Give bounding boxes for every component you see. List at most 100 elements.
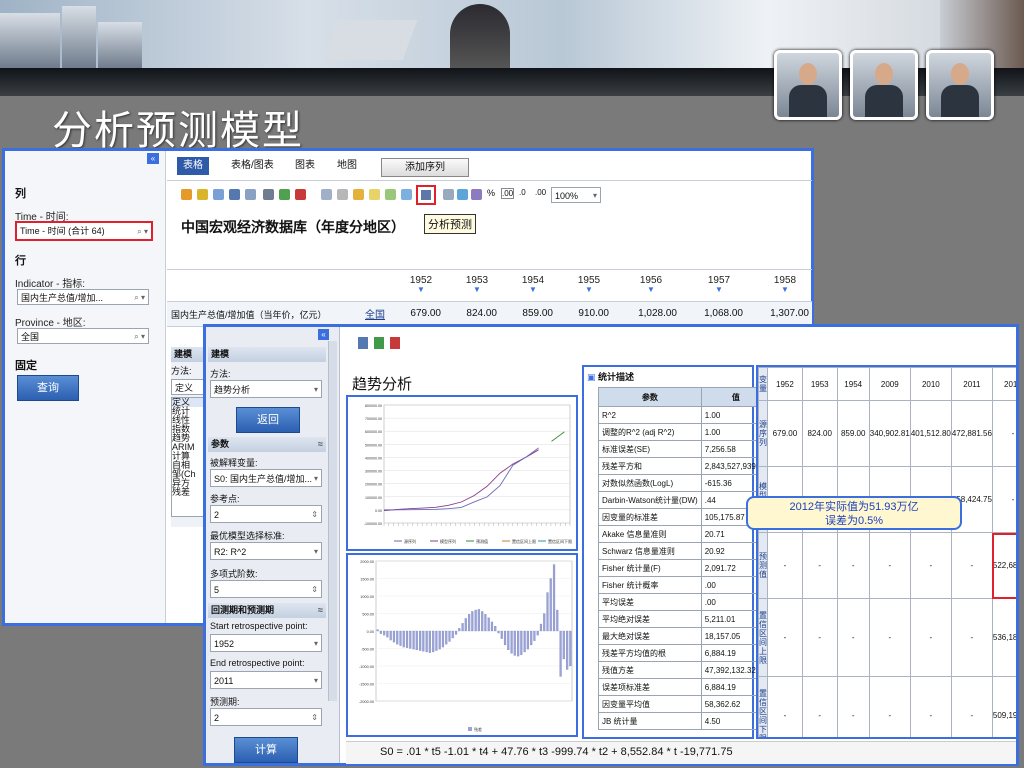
highlight-icon[interactable]	[369, 189, 380, 200]
excel-icon[interactable]	[374, 337, 384, 349]
residual-bar	[569, 630, 572, 667]
photo-thumbnail	[774, 50, 842, 120]
start-point-select[interactable]: 1952 ▾	[210, 634, 322, 652]
residual-bar	[520, 630, 523, 655]
year-header[interactable]: 1956 ▼	[631, 275, 671, 294]
residual-bar	[396, 630, 399, 645]
year-header[interactable]: 1952 ▼	[401, 275, 441, 294]
year-header[interactable]: 1953 ▼	[457, 275, 497, 294]
query-button[interactable]: 查询	[17, 375, 79, 401]
end-point-select[interactable]: 2011 ▾	[210, 671, 322, 689]
value-cell: -	[836, 532, 870, 599]
table-row: 残值方差 47,392,132.32	[598, 661, 772, 679]
province-combo[interactable]: 全国 ⌕ ▾	[17, 328, 149, 344]
tab-chart[interactable]: 图表	[289, 157, 321, 175]
excel-icon[interactable]	[279, 189, 290, 200]
time-combo[interactable]: Time - 时间 (合计 64) ⌕ ▾	[15, 221, 153, 241]
tab-table-chart[interactable]: 表格/图表	[225, 157, 280, 175]
row-header: 源序列	[758, 400, 768, 467]
residual-bar	[425, 630, 428, 653]
table-row: 预测值------522,688.80594,476.99	[758, 532, 1016, 599]
collapse-section-icon: ≈	[318, 439, 323, 449]
collapse-icon[interactable]: «	[147, 153, 159, 164]
forecast-period-stepper[interactable]: 2 ⇕	[210, 708, 322, 726]
year-header: 1954	[836, 367, 870, 401]
y-tick-label: 1000.00	[360, 595, 374, 599]
method-list[interactable]: 定义 统计 线性 指数 趋势 ARIM 计算 自相 邹(Ch 异方 残差	[171, 397, 205, 517]
print-icon[interactable]	[213, 189, 224, 200]
table-icon[interactable]	[443, 189, 454, 200]
zoom-select[interactable]: 100% ▾	[551, 187, 601, 203]
globe-icon[interactable]	[457, 189, 468, 200]
increase-decimal-icon[interactable]: .00	[535, 188, 546, 197]
statistics-title: ▣ 统计描述	[587, 372, 635, 382]
residual-bar	[513, 630, 516, 656]
compute-button[interactable]: 计算	[234, 737, 298, 763]
method-combo[interactable]: 定义	[171, 379, 205, 395]
chart-icon[interactable]	[401, 189, 412, 200]
collapse-icon[interactable]: «	[318, 329, 329, 340]
residual-bar	[552, 564, 556, 632]
dependent-variable-select[interactable]: S0: 国内生产总值/增加... ▾	[210, 469, 322, 487]
building-graphic	[98, 22, 142, 68]
backtest-header: 回测期和预测期 ≈	[208, 603, 326, 618]
add-series-button[interactable]: 添加序列	[381, 158, 469, 177]
save-icon[interactable]	[197, 189, 208, 200]
undo-icon[interactable]	[229, 189, 240, 200]
export-icon[interactable]	[181, 189, 192, 200]
params-header: 参数 ≈	[208, 437, 326, 452]
residual-bar	[468, 614, 471, 632]
year-header[interactable]: 1954 ▼	[513, 275, 553, 294]
list-item[interactable]: 残差	[172, 488, 204, 497]
residual-bar	[412, 630, 415, 650]
value-cell: 859.00	[836, 400, 870, 467]
row-header: 预测值	[758, 532, 768, 599]
page-icon[interactable]	[263, 189, 274, 200]
year-header: 2009	[868, 367, 911, 401]
columns-icon[interactable]	[321, 189, 332, 200]
polynomial-degree-stepper[interactable]: 5 ⇕	[210, 580, 322, 598]
year-header[interactable]: 1957 ▼	[699, 275, 739, 294]
residual-bar	[435, 630, 438, 651]
sort-icon[interactable]	[353, 189, 364, 200]
year-header[interactable]: 1955 ▼	[569, 275, 609, 294]
decrease-decimal-icon[interactable]: .0	[519, 188, 526, 197]
value-cell: -	[909, 532, 952, 599]
redo-icon[interactable]	[245, 189, 256, 200]
table-row: Akake 信息量准则 20.71	[598, 525, 772, 543]
calc-icon[interactable]	[471, 189, 482, 200]
back-button[interactable]: 返回	[236, 407, 300, 433]
word-icon[interactable]	[358, 337, 368, 349]
table-row: 残差平方均值的根 6,884.19	[598, 644, 772, 662]
reference-point-stepper[interactable]: 2 ⇕	[210, 505, 322, 523]
value-cell: 340,902.81	[868, 400, 911, 467]
tab-map[interactable]: 地图	[331, 157, 363, 175]
legend-label: 预测值	[476, 538, 488, 544]
method-label: 方法:	[210, 369, 231, 379]
scrollbar[interactable]	[328, 341, 337, 701]
method-select[interactable]: 趋势分析 ▾	[210, 380, 322, 398]
value-cell: -	[909, 676, 952, 737]
model-formula: S0 = .01 * t5 -1.01 * t4 + 47.76 * t3 -9…	[380, 746, 733, 758]
parameter-cell: 误差项标准差	[598, 678, 702, 696]
residual-bar	[399, 630, 402, 646]
thousands-icon[interactable]: .00	[501, 188, 515, 199]
tab-table[interactable]: 表格	[177, 157, 209, 175]
percent-icon[interactable]: %	[487, 188, 495, 198]
value-cell: -	[950, 598, 993, 677]
pdf-icon[interactable]	[390, 337, 400, 349]
year-header[interactable]: 1958 ▼	[765, 275, 805, 294]
table-row: 置信区间下限------509,196.02580,984.22	[758, 676, 1016, 737]
residual-bar	[490, 621, 494, 632]
value-cell: -	[767, 598, 803, 677]
filter-icon[interactable]	[337, 189, 348, 200]
indicator-combo[interactable]: 国内生产总值/增加... ⌕ ▾	[17, 289, 149, 305]
pdf-icon[interactable]	[295, 189, 306, 200]
photo-thumbnail	[926, 50, 994, 120]
analysis-icon[interactable]	[416, 185, 436, 205]
end-point-label: End retrospective point:	[210, 658, 305, 668]
grid-icon[interactable]	[385, 189, 396, 200]
province-label: Province - 地区:	[15, 318, 86, 329]
residual-bar	[376, 629, 379, 632]
criteria-select[interactable]: R2: R^2 ▾	[210, 542, 322, 560]
